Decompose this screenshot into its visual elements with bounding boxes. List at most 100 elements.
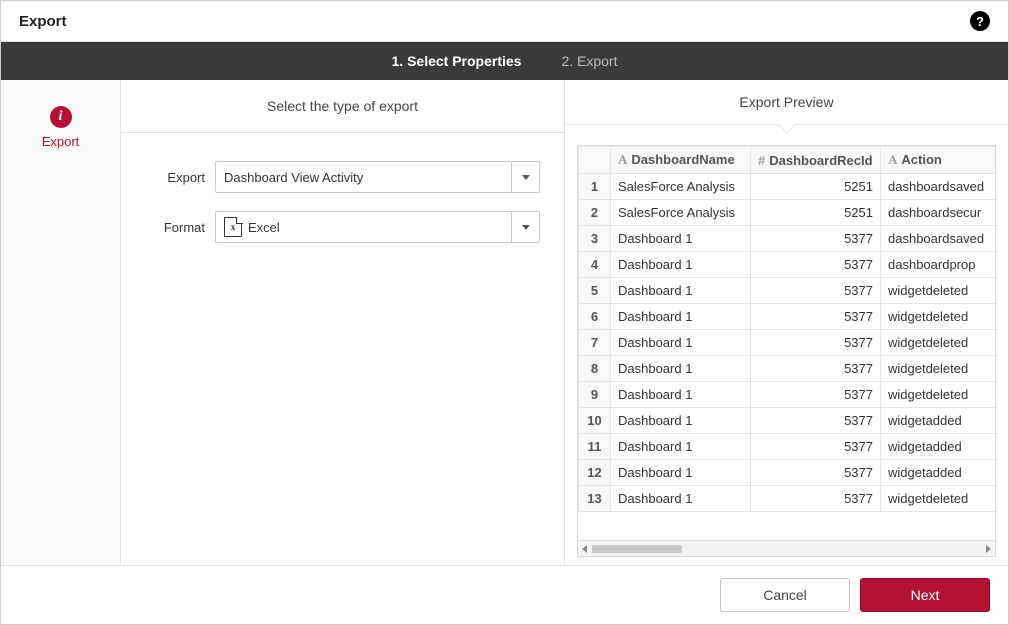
cell-dashboardname: Dashboard 1 (611, 330, 751, 356)
export-row: Export Dashboard View Activity (145, 161, 540, 193)
sidebar-item-export[interactable]: i Export (1, 100, 120, 155)
cell-dashboardname: Dashboard 1 (611, 408, 751, 434)
row-number-header (579, 147, 611, 174)
wizard-steps: 1. Select Properties 2. Export (1, 42, 1008, 80)
row-number-cell: 10 (579, 408, 611, 434)
main-area: Select the type of export Export Dashboa… (121, 80, 1008, 565)
table-row[interactable]: 9Dashboard 15377widgetdeleted (579, 382, 996, 408)
table-row[interactable]: 10Dashboard 15377widgetadded (579, 408, 996, 434)
cell-dashboardrecid: 5377 (751, 278, 881, 304)
preview-table-scroll[interactable]: ADashboardName #DashboardRecId AAction 1… (578, 146, 995, 540)
cell-dashboardname: Dashboard 1 (611, 434, 751, 460)
format-value-text: Excel (248, 220, 280, 235)
cell-dashboardname: Dashboard 1 (611, 278, 751, 304)
row-number-cell: 12 (579, 460, 611, 486)
row-number-cell: 3 (579, 226, 611, 252)
cell-dashboardname: Dashboard 1 (611, 486, 751, 512)
scroll-thumb[interactable] (592, 545, 682, 553)
cell-action: widgetadded (881, 408, 996, 434)
export-combo[interactable]: Dashboard View Activity (215, 161, 540, 193)
scroll-right-icon[interactable] (986, 545, 991, 553)
dialog-header: Export ? (1, 1, 1008, 42)
help-icon[interactable]: ? (970, 11, 990, 31)
cell-dashboardrecid: 5377 (751, 356, 881, 382)
dialog-body: i Export Select the type of export Expor… (1, 80, 1008, 565)
cell-action: widgetdeleted (881, 356, 996, 382)
table-row[interactable]: 5Dashboard 15377widgetdeleted (579, 278, 996, 304)
cell-dashboardrecid: 5251 (751, 200, 881, 226)
cell-action: widgetdeleted (881, 486, 996, 512)
cell-dashboardrecid: 5251 (751, 174, 881, 200)
cell-dashboardname: Dashboard 1 (611, 460, 751, 486)
col-header-dashboardrecid[interactable]: #DashboardRecId (751, 147, 881, 174)
table-row[interactable]: 1SalesForce Analysis5251dashboardsaved (579, 174, 996, 200)
format-combo-button[interactable] (511, 212, 539, 242)
cell-dashboardrecid: 5377 (751, 252, 881, 278)
properties-panel: Select the type of export Export Dashboa… (121, 80, 565, 565)
preview-table-container: ADashboardName #DashboardRecId AAction 1… (577, 145, 996, 557)
cell-dashboardrecid: 5377 (751, 434, 881, 460)
cell-dashboardrecid: 5377 (751, 486, 881, 512)
format-row: Format x Excel (145, 211, 540, 243)
horizontal-scrollbar[interactable] (578, 540, 995, 556)
sidebar: i Export (1, 80, 121, 565)
table-row[interactable]: 12Dashboard 15377widgetadded (579, 460, 996, 486)
cancel-button[interactable]: Cancel (720, 578, 850, 612)
info-icon: i (50, 106, 72, 128)
row-number-cell: 2 (579, 200, 611, 226)
preview-panel: Export Preview (565, 80, 1008, 565)
dialog-title: Export (19, 13, 67, 30)
cell-dashboardrecid: 5377 (751, 460, 881, 486)
cell-dashboardname: Dashboard 1 (611, 356, 751, 382)
table-header-row: ADashboardName #DashboardRecId AAction (579, 147, 996, 174)
table-row[interactable]: 7Dashboard 15377widgetdeleted (579, 330, 996, 356)
cell-action: dashboardprop (881, 252, 996, 278)
cell-dashboardrecid: 5377 (751, 304, 881, 330)
cell-dashboardname: Dashboard 1 (611, 226, 751, 252)
cell-dashboardname: Dashboard 1 (611, 252, 751, 278)
table-row[interactable]: 6Dashboard 15377widgetdeleted (579, 304, 996, 330)
col-header-action[interactable]: AAction (881, 147, 996, 174)
dialog-footer: Cancel Next (1, 565, 1008, 624)
cell-action: widgetdeleted (881, 382, 996, 408)
cell-dashboardname: SalesForce Analysis (611, 200, 751, 226)
format-combo[interactable]: x Excel (215, 211, 540, 243)
row-number-cell: 8 (579, 356, 611, 382)
row-number-cell: 7 (579, 330, 611, 356)
text-column-icon: A (618, 152, 627, 167)
cell-action: widgetdeleted (881, 304, 996, 330)
preview-table: ADashboardName #DashboardRecId AAction 1… (578, 146, 995, 512)
row-number-cell: 9 (579, 382, 611, 408)
format-combo-value: x Excel (216, 212, 511, 242)
cell-action: dashboardsecur (881, 200, 996, 226)
chevron-down-icon (522, 225, 530, 230)
row-number-cell: 5 (579, 278, 611, 304)
cell-action: dashboardsaved (881, 174, 996, 200)
table-row[interactable]: 13Dashboard 15377widgetdeleted (579, 486, 996, 512)
col-header-dashboardname[interactable]: ADashboardName (611, 147, 751, 174)
number-column-icon: # (758, 153, 765, 168)
table-row[interactable]: 8Dashboard 15377widgetdeleted (579, 356, 996, 382)
row-number-cell: 1 (579, 174, 611, 200)
step-select-properties[interactable]: 1. Select Properties (392, 53, 522, 69)
table-row[interactable]: 4Dashboard 15377dashboardprop (579, 252, 996, 278)
step-export[interactable]: 2. Export (561, 53, 617, 69)
table-row[interactable]: 11Dashboard 15377widgetadded (579, 434, 996, 460)
table-row[interactable]: 3Dashboard 15377dashboardsaved (579, 226, 996, 252)
cell-action: widgetdeleted (881, 278, 996, 304)
row-number-cell: 11 (579, 434, 611, 460)
scroll-left-icon[interactable] (582, 545, 587, 553)
cell-action: widgetdeleted (881, 330, 996, 356)
table-row[interactable]: 2SalesForce Analysis5251dashboardsecur (579, 200, 996, 226)
cell-action: widgetadded (881, 460, 996, 486)
row-number-cell: 6 (579, 304, 611, 330)
format-label: Format (145, 220, 205, 235)
next-button[interactable]: Next (860, 578, 990, 612)
cell-dashboardrecid: 5377 (751, 382, 881, 408)
cell-dashboardname: Dashboard 1 (611, 304, 751, 330)
cell-action: dashboardsaved (881, 226, 996, 252)
export-combo-button[interactable] (511, 162, 539, 192)
cell-dashboardrecid: 5377 (751, 330, 881, 356)
preview-panel-title: Export Preview (565, 80, 1008, 125)
cell-dashboardname: SalesForce Analysis (611, 174, 751, 200)
